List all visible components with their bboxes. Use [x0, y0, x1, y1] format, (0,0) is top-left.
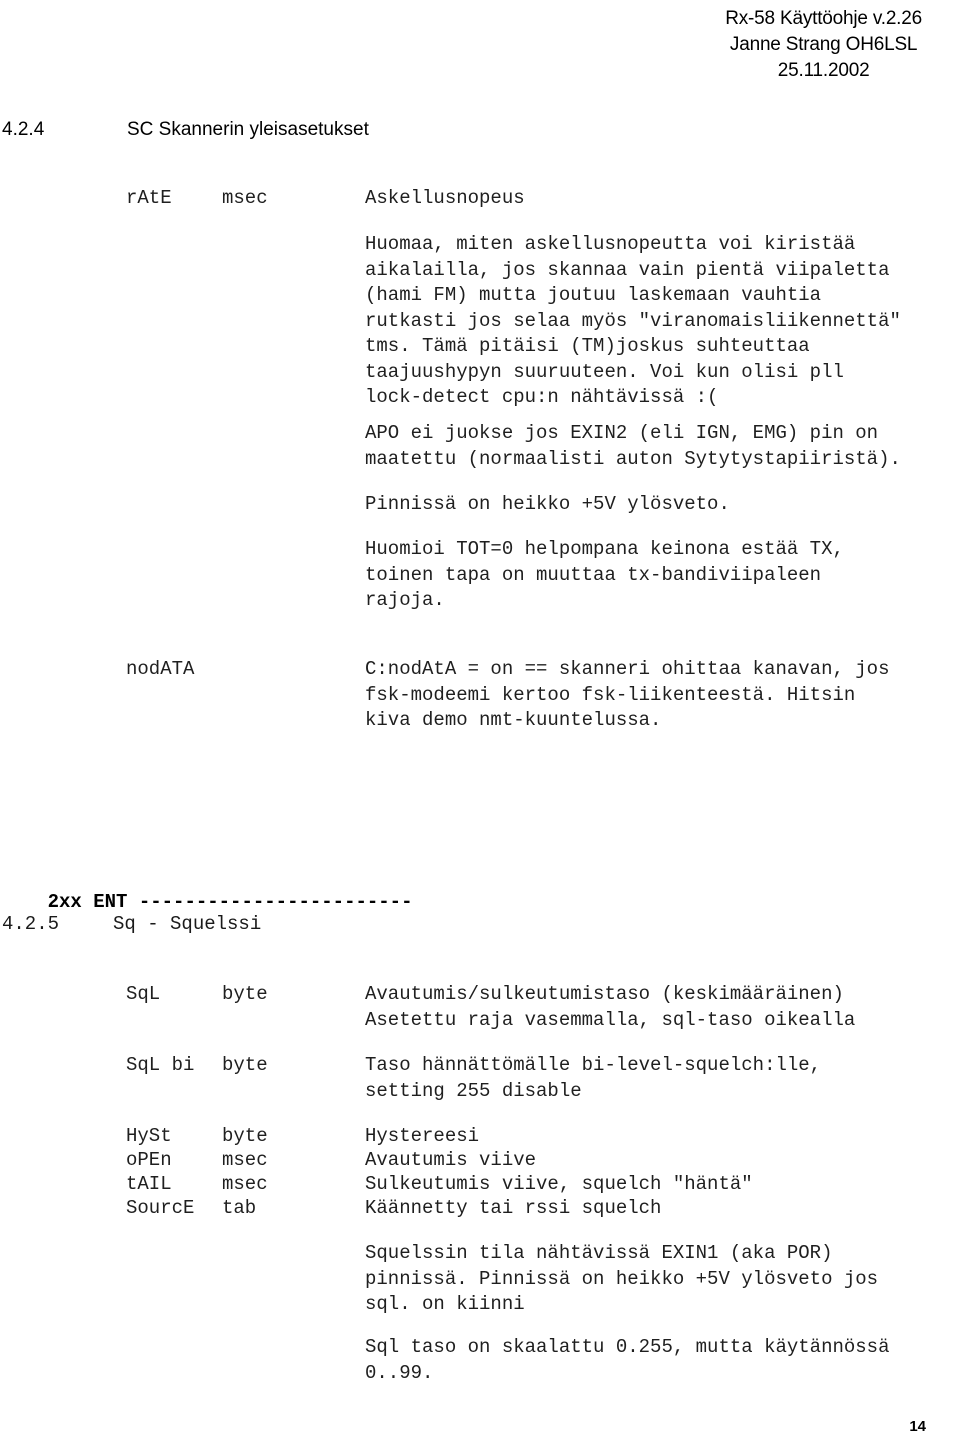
param-label-nodata: nodATA — [126, 658, 195, 680]
section-title-424: SC Skannerin yleisasetukset — [127, 119, 369, 140]
param-desc-sql: Avautumis/sulkeutumistaso (keskimääräine… — [365, 983, 856, 1031]
param-label-hyst: HySt — [126, 1125, 172, 1147]
param-desc-source: Käännetty tai rssi squelch — [365, 1197, 662, 1219]
note-paragraph-rate-speed: Huomaa, miten askellusnopeutta voi kiris… — [365, 233, 901, 408]
header-title-line: Rx-58 Käyttöohje v.2.26 — [725, 8, 922, 29]
note-paragraph-pullup: Pinnissä on heikko +5V ylösveto. — [365, 493, 730, 515]
param-label-open: oPEn — [126, 1149, 172, 1171]
page-number: 14 — [909, 1418, 926, 1435]
header-date-line: 25.11.2002 — [777, 60, 870, 81]
param-unit-rate: msec — [222, 187, 268, 209]
param-label-sql: SqL — [126, 983, 161, 1005]
note-paragraph-tot: Huomioi TOT=0 helpompana keinona estää T… — [365, 538, 844, 611]
param-desc-nodata: C:nodAtA = on == skanneri ohittaa kanava… — [365, 658, 890, 731]
param-label-rate: rAtE — [126, 187, 172, 209]
param-unit-sql: byte — [222, 983, 268, 1005]
note-paragraph-apo: APO ei juokse jos EXIN2 (eli IGN, EMG) p… — [365, 422, 901, 470]
param-unit-sql-bi: byte — [222, 1054, 268, 1076]
param-desc-open: Avautumis viive — [365, 1149, 537, 1171]
param-desc-hyst: Hystereesi — [365, 1125, 480, 1147]
param-unit-hyst: byte — [222, 1125, 268, 1147]
divider-rule: ------------------------ — [138, 891, 413, 913]
param-unit-source: tab — [222, 1197, 257, 1219]
param-label-source: SourcE — [126, 1197, 195, 1219]
param-unit-open: msec — [222, 1149, 268, 1171]
document-page: Rx-58 Käyttöohje v.2.26 Janne Strang OH6… — [0, 0, 960, 1451]
param-label-tail: tAIL — [126, 1173, 172, 1195]
param-desc-rate: Askellusnopeus — [365, 187, 525, 209]
section-title-425: Sq - Squelssi — [113, 913, 262, 935]
param-unit-tail: msec — [222, 1173, 268, 1195]
section-number-424: 4.2.4 — [2, 119, 45, 140]
document-header: Rx-58 Käyttöohje v.2.26 Janne Strang OH6… — [725, 6, 922, 84]
divider-label: 2xx ENT — [47, 891, 128, 913]
param-desc-sql-bi: Taso hännättömälle bi-level-squelch:lle,… — [365, 1054, 822, 1102]
section-number-425: 4.2.5 — [2, 913, 60, 935]
note-paragraph-sql-scale: Sql taso on skaalattu 0.255, mutta käytä… — [365, 1336, 890, 1384]
param-desc-tail: Sulkeutumis viive, squelch "häntä" — [365, 1173, 753, 1195]
param-label-sql-bi: SqL bi — [126, 1054, 195, 1076]
note-paragraph-squelch-state: Squelssin tila nähtävissä EXIN1 (aka POR… — [365, 1242, 879, 1315]
header-author-line: Janne Strang OH6LSL — [729, 34, 918, 55]
